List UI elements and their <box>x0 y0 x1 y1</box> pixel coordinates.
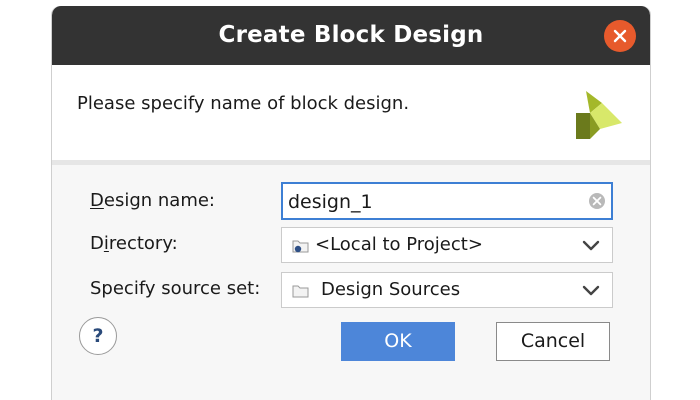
vivado-logo-icon <box>576 91 622 139</box>
chevron-down-icon <box>582 285 600 296</box>
directory-label-text: rectory: <box>108 233 178 254</box>
dialog-titlebar: Create Block Design <box>52 6 650 65</box>
ok-button[interactable]: OK <box>341 322 455 361</box>
header-divider <box>52 160 650 165</box>
directory-select[interactable]: <Local to Project> <box>281 227 613 263</box>
dialog-header: Please specify name of block design. <box>52 65 650 160</box>
dialog-title: Create Block Design <box>218 22 484 48</box>
directory-value: <Local to Project> <box>315 234 483 255</box>
close-icon <box>613 29 627 43</box>
chevron-down-icon <box>582 240 600 251</box>
clear-icon[interactable] <box>588 192 606 210</box>
directory-label: Directory: <box>90 233 178 254</box>
source-set-select[interactable]: Design Sources <box>281 272 613 308</box>
close-button[interactable] <box>604 20 636 52</box>
source-set-value: Design Sources <box>321 279 461 300</box>
help-button[interactable]: ? <box>79 317 117 355</box>
local-folder-icon <box>292 240 309 253</box>
cancel-button[interactable]: Cancel <box>496 322 610 361</box>
design-name-value: design_1 <box>288 191 373 213</box>
design-name-label: Design name: <box>90 190 215 211</box>
design-name-input[interactable]: design_1 <box>281 182 613 220</box>
folder-icon <box>292 285 309 298</box>
design-name-label-accel: D <box>90 190 104 211</box>
create-block-design-dialog: Create Block Design Please specify name … <box>51 6 651 400</box>
directory-label-start: D <box>90 233 104 254</box>
dialog-message: Please specify name of block design. <box>77 93 410 114</box>
source-set-label: Specify source set: <box>90 278 261 299</box>
design-name-label-text: esign name: <box>103 190 215 211</box>
